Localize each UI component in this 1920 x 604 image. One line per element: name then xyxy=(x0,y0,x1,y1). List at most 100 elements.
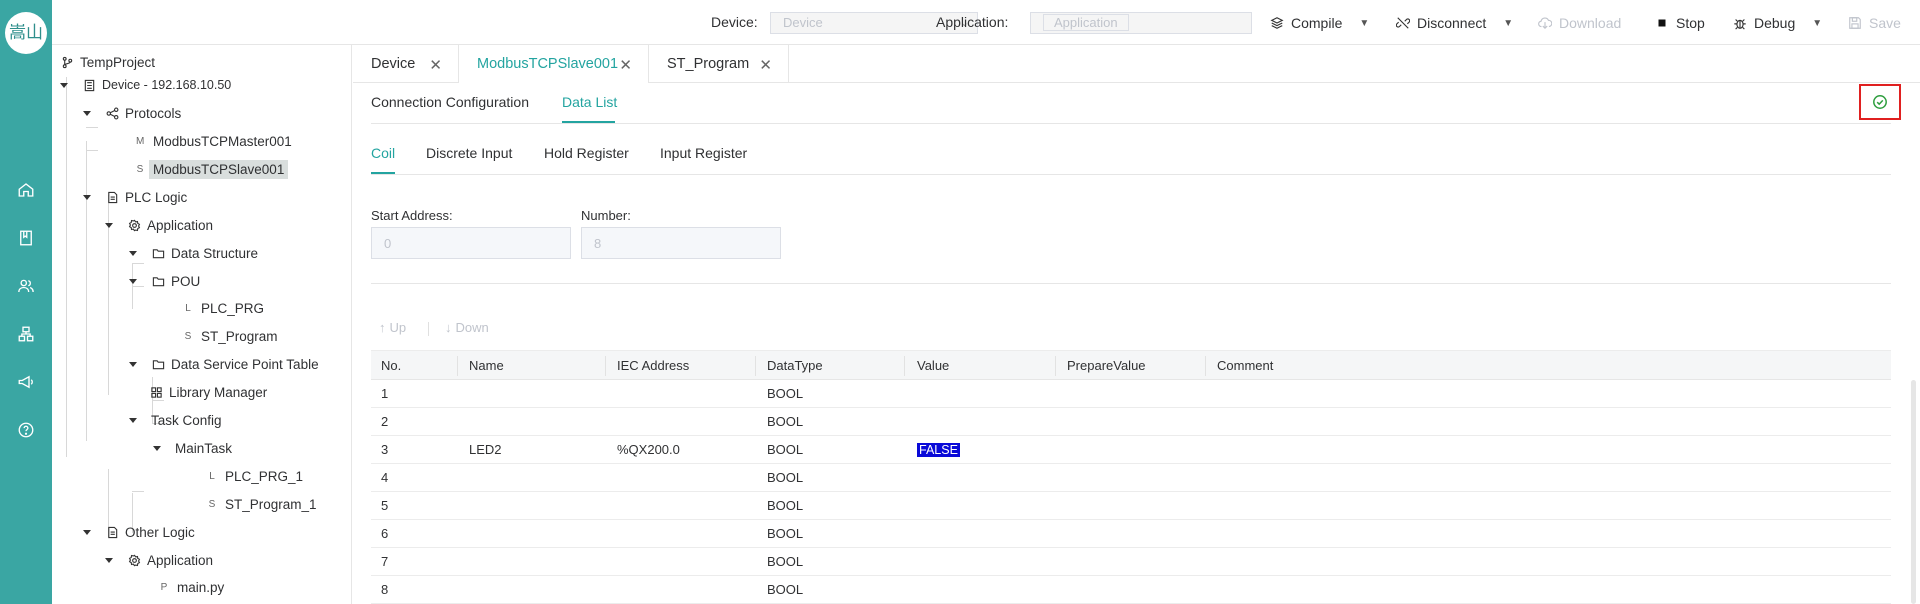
move-up-button[interactable]: ↑ Up xyxy=(379,320,406,335)
stop-button[interactable]: Stop xyxy=(1655,12,1705,34)
tree-node-device[interactable]: Device - 192.168.10.50 xyxy=(60,73,231,97)
tree-node-modbus-master[interactable]: M ModbusTCPMaster001 xyxy=(136,129,292,153)
tab-data-list[interactable]: Data List xyxy=(562,94,617,110)
start-address-value: 0 xyxy=(384,236,392,251)
caret-down-icon[interactable] xyxy=(129,250,137,256)
debug-label: Debug xyxy=(1754,15,1796,31)
tree-node-plc-logic[interactable]: PLC Logic xyxy=(83,185,187,209)
home-icon[interactable] xyxy=(14,178,38,202)
book-icon[interactable] xyxy=(14,226,38,250)
tab-modbus-slave[interactable]: ModbusTCPSlave001 ✕ xyxy=(459,45,649,83)
tab-connection-configuration[interactable]: Connection Configuration xyxy=(371,94,529,110)
debug-button[interactable]: Debug ▼ xyxy=(1733,12,1822,34)
column-divider[interactable] xyxy=(1205,356,1206,376)
sitemap-icon[interactable] xyxy=(14,322,38,346)
table-row[interactable]: 5 BOOL xyxy=(371,492,1891,520)
tab-coil[interactable]: Coil xyxy=(371,145,395,161)
close-icon[interactable]: ✕ xyxy=(759,56,772,74)
caret-down-icon[interactable] xyxy=(153,445,161,451)
caret-down-icon[interactable] xyxy=(83,529,91,535)
tree-guide-line xyxy=(66,77,67,457)
compile-label: Compile xyxy=(1291,15,1343,31)
table-row[interactable]: 7 BOOL xyxy=(371,548,1891,576)
tree-node-st-program-1[interactable]: S ST_Program_1 xyxy=(208,492,317,516)
tree-node-data-service[interactable]: Data Service Point Table xyxy=(129,352,319,376)
save-button[interactable]: Save xyxy=(1848,12,1901,34)
tab-discrete-input[interactable]: Discrete Input xyxy=(426,145,512,161)
tree-guide-line xyxy=(86,173,87,441)
cell-name[interactable]: LED2 xyxy=(469,442,502,457)
disconnect-button[interactable]: Disconnect ▼ xyxy=(1396,12,1513,34)
tree-node-library-manager[interactable]: Library Manager xyxy=(149,380,267,404)
tab-hold-register[interactable]: Hold Register xyxy=(544,145,629,161)
tree-node-plc-prg[interactable]: L PLC_PRG xyxy=(184,296,264,320)
megaphone-icon[interactable] xyxy=(14,370,38,394)
caret-down-icon[interactable] xyxy=(105,222,113,228)
compile-button[interactable]: Compile ▼ xyxy=(1270,12,1369,34)
gear-icon xyxy=(127,218,141,232)
close-icon[interactable]: ✕ xyxy=(429,56,442,74)
table-scrollbar[interactable] xyxy=(1911,380,1916,604)
tree-node-plc-prg-1[interactable]: L PLC_PRG_1 xyxy=(208,464,303,488)
chevron-down-icon[interactable]: ▼ xyxy=(1503,18,1513,29)
tree-node-pou[interactable]: POU xyxy=(129,269,200,293)
editor-tabs: Device ✕ ModbusTCPSlave001 ✕ ST_Program … xyxy=(353,45,1920,83)
tree-node-data-structure[interactable]: Data Structure xyxy=(129,241,258,265)
chevron-down-icon[interactable]: ▼ xyxy=(1812,18,1822,29)
tree-node-type-letter: S xyxy=(184,330,192,342)
table-row[interactable]: 1 BOOL xyxy=(371,380,1891,408)
tab-st-program[interactable]: ST_Program ✕ xyxy=(649,45,789,83)
table-row[interactable]: 8 BOOL xyxy=(371,576,1891,604)
table-row[interactable]: 2 BOOL xyxy=(371,408,1891,436)
number-field[interactable]: 8 xyxy=(581,227,781,259)
tree-node-task-config[interactable]: Task Config xyxy=(129,408,222,432)
tree-node-application-2[interactable]: Application xyxy=(105,548,213,572)
tree-node-type-letter: M xyxy=(136,135,145,147)
check-circle-icon xyxy=(1873,95,1887,109)
caret-down-icon[interactable] xyxy=(83,194,91,200)
start-address-field[interactable]: 0 xyxy=(371,227,571,259)
arrow-up-icon: ↑ xyxy=(379,320,386,335)
table-row[interactable]: 4 BOOL xyxy=(371,464,1891,492)
tree-node-protocols[interactable]: Protocols xyxy=(83,101,181,125)
column-divider[interactable] xyxy=(755,356,756,376)
stop-icon xyxy=(1658,19,1666,27)
close-icon[interactable]: ✕ xyxy=(619,56,632,74)
caret-down-icon[interactable] xyxy=(129,278,137,284)
cell-no: 4 xyxy=(381,470,389,485)
column-divider[interactable] xyxy=(904,356,905,376)
application-select[interactable]: Application xyxy=(1030,12,1252,34)
tree-node-application[interactable]: Application xyxy=(105,213,213,237)
column-divider[interactable] xyxy=(1055,356,1056,376)
help-icon[interactable] xyxy=(14,418,38,442)
table-row[interactable]: 6 BOOL xyxy=(371,520,1891,548)
cell-iec-address[interactable]: %QX200.0 xyxy=(617,442,680,457)
cell-datatype: BOOL xyxy=(767,470,804,485)
tree-node-main-task[interactable]: MainTask xyxy=(153,436,232,460)
folder-icon xyxy=(151,274,165,288)
tab-device[interactable]: Device ✕ xyxy=(353,45,459,83)
caret-down-icon[interactable] xyxy=(129,417,137,423)
caret-down-icon[interactable] xyxy=(105,557,113,563)
tree-node-type-letter: S xyxy=(136,163,144,175)
tab-input-register[interactable]: Input Register xyxy=(660,145,747,161)
cell-value[interactable]: FALSE xyxy=(917,443,960,457)
caret-down-icon[interactable] xyxy=(60,82,68,88)
chevron-down-icon[interactable]: ▼ xyxy=(1359,18,1369,29)
tree-node-project[interactable]: TempProject xyxy=(60,50,155,74)
tree-node-modbus-slave[interactable]: S ModbusTCPSlave001 xyxy=(136,157,289,181)
status-ok-indicator[interactable] xyxy=(1859,84,1901,120)
download-button[interactable]: Download xyxy=(1538,12,1621,34)
column-divider[interactable] xyxy=(457,356,458,376)
caret-down-icon[interactable] xyxy=(83,110,91,116)
tree-node-other-logic[interactable]: Other Logic xyxy=(83,520,195,544)
tree-node-st-program[interactable]: S ST_Program xyxy=(184,324,278,348)
caret-down-icon[interactable] xyxy=(129,361,137,367)
tree-node-main-py[interactable]: P main.py xyxy=(160,575,225,599)
table-row[interactable]: 3 LED2 %QX200.0 BOOL FALSE xyxy=(371,436,1891,464)
column-divider[interactable] xyxy=(605,356,606,376)
users-icon[interactable] xyxy=(14,274,38,298)
folder-icon xyxy=(151,246,165,260)
cell-no: 1 xyxy=(381,386,389,401)
move-down-button[interactable]: ↓ Down xyxy=(445,320,489,335)
